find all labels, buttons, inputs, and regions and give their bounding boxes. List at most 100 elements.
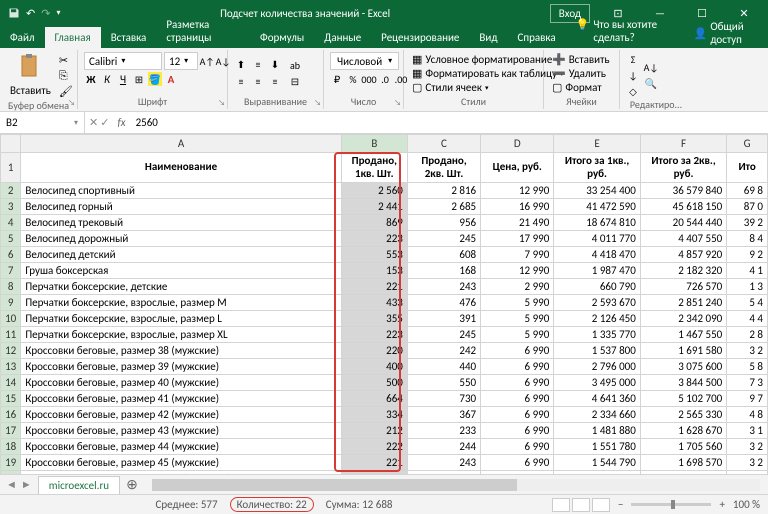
redo-icon[interactable]: ↷ (41, 7, 50, 20)
cell[interactable]: 1 628 670 (640, 423, 726, 439)
next-sheet-icon[interactable]: ► (21, 478, 32, 491)
cell[interactable]: 1 481 880 (554, 423, 640, 439)
cell[interactable]: 3 2 (727, 343, 768, 359)
page-layout-view-icon[interactable] (572, 498, 590, 512)
cell[interactable]: 243 (407, 455, 480, 471)
sort-filter-icon[interactable]: A↓ (644, 60, 658, 74)
cell[interactable]: 1 537 800 (554, 343, 640, 359)
cell[interactable]: 1 467 550 (640, 327, 726, 343)
row-header[interactable]: 15 (1, 391, 21, 407)
cell[interactable]: Кроссовки беговые, размер 41 (мужские) (21, 391, 341, 407)
cell[interactable]: 2 816 (407, 183, 480, 199)
cell[interactable]: 222 (341, 439, 407, 455)
col-header[interactable]: A (21, 135, 341, 153)
cell[interactable]: 3 1 (727, 423, 768, 439)
cell[interactable]: 16 990 (481, 199, 554, 215)
cell[interactable]: Велосипед спортивный (21, 183, 341, 199)
worksheet[interactable]: A B C D E F G 1 Наименование Продано, 1к… (0, 134, 768, 474)
row-header[interactable]: 10 (1, 311, 21, 327)
paste-button[interactable]: Вставить (6, 52, 55, 99)
cell[interactable]: 4 418 470 (554, 247, 640, 263)
tab-review[interactable]: Рецензирование (371, 27, 469, 48)
fx-icon[interactable]: fx (113, 116, 129, 129)
clear-icon[interactable]: ◇ (626, 84, 640, 98)
tell-me[interactable]: 💡Что вы хотите сделать? (566, 14, 688, 48)
cell[interactable]: Велосипед горный (21, 199, 341, 215)
row-header[interactable]: 1 (1, 153, 21, 183)
row-header[interactable]: 7 (1, 263, 21, 279)
conditional-format-button[interactable]: ▦Условное форматирование▾ (410, 53, 565, 66)
cell[interactable]: Кроссовки беговые, размер 43 (мужские) (21, 423, 341, 439)
cell[interactable]: 45 618 150 (640, 199, 726, 215)
cell[interactable]: 9 7 (727, 391, 768, 407)
cell[interactable]: 8 4 (727, 231, 768, 247)
cell[interactable]: 6 990 (481, 391, 554, 407)
cell[interactable]: 726 570 (640, 279, 726, 295)
cell[interactable]: 6 990 (481, 375, 554, 391)
cell[interactable]: 4 8 (727, 407, 768, 423)
cell[interactable]: 3 844 500 (640, 375, 726, 391)
header-cell[interactable]: Итого за 2кв., руб. (640, 153, 726, 183)
normal-view-icon[interactable] (552, 498, 570, 512)
row-header[interactable]: 11 (1, 327, 21, 343)
cell[interactable]: 7 990 (481, 471, 554, 475)
header-cell[interactable]: Итого за 1кв., руб. (554, 153, 640, 183)
name-box[interactable]: B2▾ (0, 112, 85, 133)
align-center-icon[interactable]: ≡ (251, 74, 265, 88)
cell[interactable]: 5 102 700 (640, 391, 726, 407)
cell[interactable]: Велосипед детский (21, 247, 341, 263)
page-break-view-icon[interactable] (592, 498, 610, 512)
select-all-corner[interactable] (1, 135, 21, 153)
border-icon[interactable]: ⊞ (132, 72, 146, 86)
cell[interactable]: 223 (341, 327, 407, 343)
cell[interactable]: Кроссовки беговые, размер 45 (мужские) (21, 455, 341, 471)
cell[interactable]: 869 (341, 215, 407, 231)
cell[interactable]: Велосипед трековый (21, 215, 341, 231)
accept-formula-icon[interactable]: ✓ (100, 116, 109, 129)
tab-home[interactable]: Главная (45, 27, 101, 48)
cell[interactable]: 18 674 810 (554, 215, 640, 231)
cell[interactable]: 3 2 (727, 455, 768, 471)
cell[interactable]: 6 990 (481, 455, 554, 471)
dialog-launcher-icon[interactable]: ↘ (314, 98, 321, 108)
cell[interactable]: 39 2 (727, 215, 768, 231)
cell[interactable]: 221 (341, 455, 407, 471)
cell[interactable]: 355 (341, 311, 407, 327)
zoom-in-icon[interactable]: + (719, 498, 724, 511)
tab-data[interactable]: Данные (314, 27, 371, 48)
cell[interactable]: 5 990 (481, 311, 554, 327)
cell[interactable]: 9 2 (727, 247, 768, 263)
cell[interactable]: 1 551 780 (554, 439, 640, 455)
row-header[interactable]: 3 (1, 199, 21, 215)
delete-cells-button[interactable]: ➖Удалить (550, 67, 612, 80)
cell[interactable]: Груша боксерская (21, 263, 341, 279)
header-cell[interactable]: Продано, 2кв. Шт. (407, 153, 480, 183)
align-bottom-icon[interactable]: ⬇ (268, 57, 282, 71)
cell[interactable]: 1 544 790 (554, 455, 640, 471)
cell[interactable]: 6 990 (481, 359, 554, 375)
cell[interactable]: 2 126 450 (554, 311, 640, 327)
cell[interactable]: 730 (407, 391, 480, 407)
cell[interactable]: 4 4 (727, 311, 768, 327)
sheet-tab[interactable]: microexcel.ru (38, 476, 120, 494)
cell[interactable]: 2 685 (407, 199, 480, 215)
cell[interactable]: 12 990 (481, 183, 554, 199)
cell[interactable]: 21 490 (481, 215, 554, 231)
cell[interactable]: 168 (407, 263, 480, 279)
row-header[interactable]: 19 (1, 455, 21, 471)
dialog-launcher-icon[interactable]: ↘ (218, 98, 225, 108)
row-header[interactable]: 2 (1, 183, 21, 199)
row-header[interactable]: 9 (1, 295, 21, 311)
cell[interactable]: 433 (341, 295, 407, 311)
zoom-out-icon[interactable]: − (618, 498, 623, 511)
col-header[interactable]: B (341, 135, 407, 153)
cell[interactable]: 4 641 360 (554, 391, 640, 407)
tab-help[interactable]: Справка (507, 27, 565, 48)
cell[interactable]: 391 (407, 311, 480, 327)
tab-file[interactable]: Файл (0, 27, 45, 48)
font-color-icon[interactable]: A (164, 72, 178, 86)
cell-styles-button[interactable]: ▢Стили ячеек▾ (410, 81, 565, 94)
cell[interactable]: 33 254 400 (554, 183, 640, 199)
row-header[interactable]: 4 (1, 215, 21, 231)
comma-icon[interactable]: 000 (362, 72, 376, 86)
